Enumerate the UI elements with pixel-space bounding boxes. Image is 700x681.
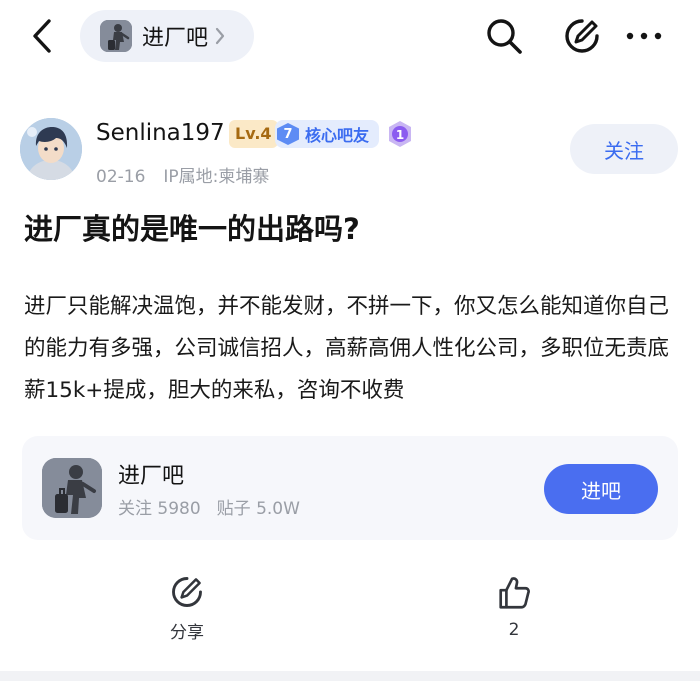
forum-card-avatar [42,458,102,518]
top-bar: 进厂吧 [0,0,700,76]
bottom-divider [0,671,700,681]
forum-posts: 贴子 5.0W [216,499,300,519]
core-member-badge: 7 核心吧友 [275,120,379,148]
like-button[interactable]: 2 [469,574,559,654]
medal-icon: 1 [386,119,414,149]
post-date: 02-16 [96,167,146,187]
username[interactable]: Senlina197 [96,120,225,146]
post-body: 进厂只能解决温饱，并不能发财，不拼一下，你又怎么能知道你自己的能力有多强，公司诚… [24,294,670,403]
forum-card-stats: 关注 5980 贴子 5.0W [118,494,300,519]
post-meta: 02-16 IP属地:柬埔寨 [96,162,269,187]
ip-location: IP属地:柬埔寨 [163,167,270,187]
edit-icon [565,19,599,53]
share-icon [172,577,202,607]
like-count: 2 [508,620,520,640]
search-button[interactable] [482,16,526,56]
share-button[interactable]: 分享 [142,574,232,654]
forum-name: 进厂吧 [142,26,209,51]
author-row: Senlina197 Lv.4 7 核心吧友 1 02-16 IP属地:柬埔寨 关… [0,110,700,190]
follow-button[interactable]: 关注 [570,124,678,174]
post-title: 进厂真的是唯一的出路吗? [24,212,360,246]
back-button[interactable] [24,16,60,56]
search-icon [487,19,522,54]
thumbs-up-icon [499,577,530,609]
forum-avatar [100,20,132,52]
core-member-label: 核心吧友 [305,126,370,145]
forum-pill[interactable]: 进厂吧 [80,10,254,62]
forum-followers: 关注 5980 [118,499,201,519]
more-icon [626,32,662,40]
back-arrow-icon [33,19,51,53]
edit-button[interactable] [560,16,604,56]
chevron-right-icon [215,27,225,45]
medal-number: 1 [396,128,404,142]
core-level-number: 7 [277,123,299,145]
forum-card[interactable]: 进厂吧 关注 5980 贴子 5.0W 进吧 [22,436,678,540]
forum-card-name: 进厂吧 [118,464,185,489]
share-label: 分享 [170,623,204,643]
level-badge: Lv.4 [229,120,278,148]
enter-forum-button[interactable]: 进吧 [544,464,658,514]
more-button[interactable] [622,16,666,56]
avatar[interactable] [20,118,82,180]
